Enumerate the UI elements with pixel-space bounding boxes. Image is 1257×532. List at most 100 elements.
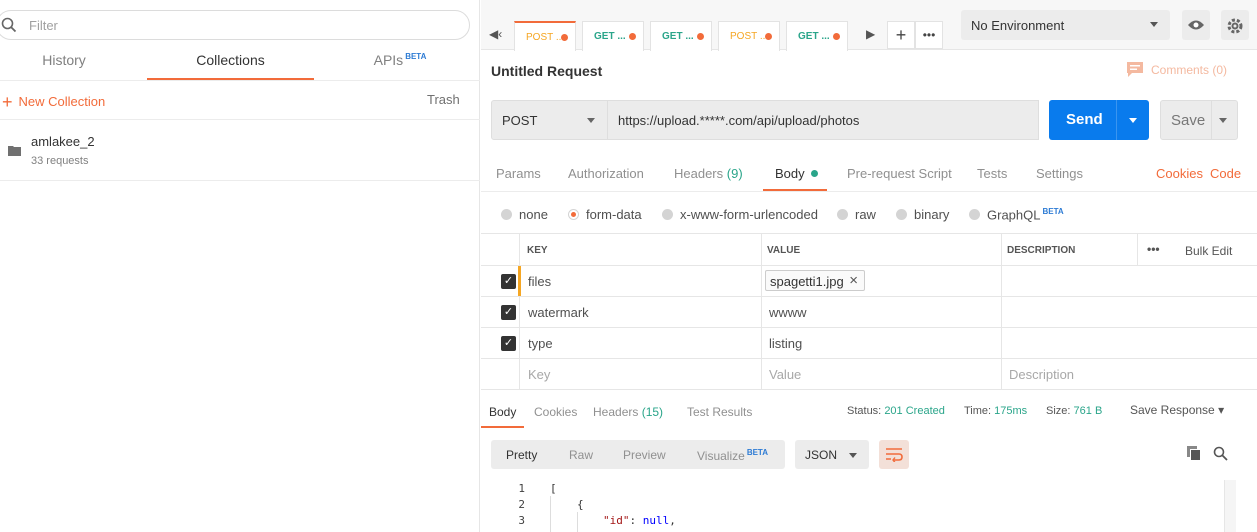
environment-quick-look-button[interactable] — [1182, 10, 1210, 40]
filter-input[interactable]: Filter — [0, 10, 470, 40]
radio-graphql[interactable]: GraphQL BETA — [969, 207, 1064, 222]
tab-tests[interactable]: Tests — [977, 166, 1007, 181]
request-tab[interactable]: GET ... — [650, 21, 712, 51]
scrollbar[interactable] — [1224, 480, 1236, 532]
radio-none[interactable]: none — [501, 207, 548, 222]
save-response-button[interactable]: Save Response ▾ — [1130, 403, 1224, 417]
radio-binary[interactable]: binary — [896, 207, 949, 222]
tab-history[interactable]: History — [0, 52, 128, 80]
tab-headers[interactable]: Headers (9) — [674, 166, 743, 181]
new-tab-button[interactable]: + — [887, 21, 915, 49]
row-value[interactable]: wwww — [769, 305, 807, 320]
view-mode-bar: Pretty Raw Preview Visualize BETA — [491, 440, 785, 469]
description-input[interactable]: Description — [1009, 367, 1074, 382]
more-options-icon[interactable]: ••• — [1147, 242, 1160, 256]
view-pretty[interactable]: Pretty — [506, 448, 537, 462]
view-preview[interactable]: Preview — [623, 448, 666, 462]
row-key[interactable]: type — [528, 336, 553, 351]
request-pane: ◀‹ POST ... GET ... GET ... POST ... GET… — [481, 0, 1257, 532]
search-icon — [1, 17, 17, 36]
row-checkbox[interactable]: ✓ — [501, 305, 516, 320]
save-button[interactable]: Save — [1160, 100, 1238, 140]
tab-body[interactable]: Body — [775, 166, 818, 181]
method-select[interactable]: POST — [491, 100, 608, 140]
beta-badge: BETA — [1042, 207, 1064, 216]
response-status: Status: 201 Created — [847, 405, 945, 417]
comment-icon — [1127, 62, 1143, 80]
code-link[interactable]: Code — [1210, 166, 1241, 181]
row-checkbox[interactable]: ✓ — [501, 274, 516, 289]
postman-window: Filter History Collections APIs BETA + New… — [0, 0, 1257, 532]
tab-params[interactable]: Params — [496, 166, 541, 181]
plus-icon: + — [895, 25, 907, 45]
tab-apis[interactable]: APIs BETA — [340, 52, 460, 80]
request-tab[interactable]: GET ... — [786, 21, 848, 51]
collection-name: amlakee_2 — [31, 134, 95, 149]
response-time: Time: 175ms — [964, 405, 1028, 417]
column-header-description: DESCRIPTION — [1007, 245, 1076, 256]
row-key[interactable]: watermark — [528, 305, 589, 320]
beta-badge: BETA — [405, 52, 427, 62]
comments-button[interactable]: Comments (0) — [1127, 62, 1227, 80]
tab-response-body[interactable]: Body — [489, 405, 516, 419]
tab-test-results[interactable]: Test Results — [687, 405, 752, 419]
body-active-dot — [810, 170, 818, 177]
radio-raw[interactable]: raw — [837, 207, 876, 222]
chevron-down-icon — [849, 453, 857, 458]
environment-select[interactable]: No Environment — [961, 10, 1170, 40]
bulk-edit-link[interactable]: Bulk Edit — [1185, 244, 1232, 258]
more-icon: ••• — [922, 28, 936, 42]
collection-count: 33 requests — [31, 155, 89, 167]
tab-scroll-right-icon[interactable]: ▶ — [866, 27, 875, 41]
tab-authorization[interactable]: Authorization — [568, 166, 644, 181]
file-chip[interactable]: spagetti1.jpg × — [765, 270, 865, 291]
unsaved-dot — [833, 33, 840, 40]
sidebar: Filter History Collections APIs BETA + New… — [0, 0, 480, 532]
gear-icon — [1226, 17, 1244, 38]
request-tab[interactable]: POST ... — [514, 21, 576, 51]
row-checkbox[interactable]: ✓ — [501, 336, 516, 351]
response-tab-underline — [481, 426, 524, 428]
tab-scroll-left-icon[interactable]: ◀‹ — [489, 27, 502, 41]
table-row: ✓ watermark wwww — [481, 296, 1257, 327]
format-select[interactable]: JSON — [795, 440, 869, 469]
collection-item[interactable]: amlakee_2 33 requests — [0, 120, 480, 180]
view-visualize[interactable]: Visualize BETA — [697, 448, 768, 463]
request-tab[interactable]: GET ... — [582, 21, 644, 51]
table-row: ✓ files spagetti1.jpg × — [481, 265, 1257, 297]
wrap-lines-button[interactable] — [879, 440, 909, 469]
chevron-down-icon[interactable] — [1129, 118, 1137, 123]
key-input[interactable]: Key — [528, 367, 550, 382]
url-input[interactable]: https://upload.*****.com/api/upload/phot… — [607, 100, 1039, 140]
new-collection-button[interactable]: + New Collection — [2, 92, 105, 113]
search-icon[interactable] — [1213, 446, 1228, 464]
tab-prerequest-script[interactable]: Pre-request Script — [847, 166, 952, 181]
trash-button[interactable]: Trash — [427, 92, 460, 107]
unsaved-dot — [561, 34, 568, 41]
table-row: ✓ type listing — [481, 327, 1257, 358]
value-input[interactable]: Value — [769, 367, 801, 382]
send-button[interactable]: Send — [1049, 100, 1149, 140]
tab-settings[interactable]: Settings — [1036, 166, 1083, 181]
radio-urlencoded[interactable]: x-www-form-urlencoded — [662, 207, 818, 222]
tab-options-button[interactable]: ••• — [915, 21, 943, 49]
tab-collections[interactable]: Collections — [147, 52, 314, 80]
cookies-link[interactable]: Cookies — [1156, 166, 1203, 181]
settings-button[interactable] — [1221, 10, 1249, 40]
radio-form-data[interactable]: form-data — [568, 207, 642, 222]
row-key[interactable]: files — [528, 274, 551, 289]
close-icon[interactable]: × — [849, 272, 858, 289]
view-raw[interactable]: Raw — [569, 448, 593, 462]
request-tab[interactable]: POST ... — [718, 21, 780, 51]
row-value[interactable]: listing — [769, 336, 802, 351]
row-drag-handle[interactable] — [518, 266, 521, 297]
column-header-key: KEY — [527, 245, 548, 256]
response-header: Body Cookies Headers (15) Test Results S… — [481, 389, 1257, 429]
tab-response-cookies[interactable]: Cookies — [534, 405, 577, 419]
response-code-viewer[interactable]: 1 [ 2 { 3 "id": null, — [481, 478, 1257, 532]
chevron-down-icon[interactable] — [1219, 118, 1227, 123]
tab-response-headers[interactable]: Headers (15) — [593, 405, 663, 419]
request-title[interactable]: Untitled Request — [491, 63, 602, 79]
copy-icon[interactable] — [1187, 446, 1201, 464]
unsaved-dot — [765, 33, 772, 40]
